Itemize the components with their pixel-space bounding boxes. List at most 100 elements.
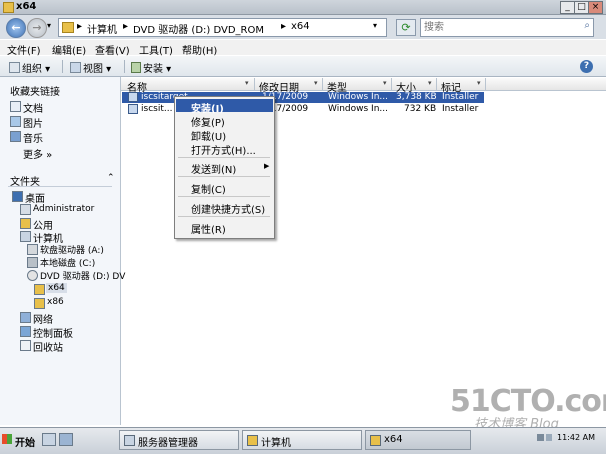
more-link[interactable]: 更多 »	[23, 146, 52, 161]
history-dropdown[interactable]: ▾	[47, 21, 51, 30]
menu-edit[interactable]: 编辑(E)	[52, 42, 86, 57]
taskbar-x64-active[interactable]: x64	[365, 430, 471, 450]
volume-tray-icon[interactable]	[546, 434, 552, 441]
favorite-music[interactable]: 音乐	[23, 130, 43, 145]
network-tray-icon[interactable]	[537, 434, 544, 441]
column-header: 名称 ▾ 修改日期 ▾ 类型 ▾ 大小 ▾ 标记 ▾	[121, 78, 606, 94]
tree-desktop[interactable]: 桌面	[25, 190, 45, 205]
taskbar-label: x64	[384, 434, 403, 445]
menu-item-copy[interactable]: 复制(C)	[191, 181, 226, 196]
folder-icon	[370, 435, 381, 446]
tree-recycle-bin[interactable]: 回收站	[33, 339, 63, 354]
breadcrumb-separator[interactable]: ▸	[123, 21, 128, 32]
close-button[interactable]: ×	[588, 1, 603, 14]
search-input[interactable]	[424, 20, 574, 34]
user-folder-icon	[20, 204, 31, 215]
file-type: Windows In...	[328, 104, 388, 114]
start-label: 开始	[15, 438, 35, 449]
column-separator[interactable]	[485, 78, 486, 90]
tree-x64-selected[interactable]: x64	[46, 283, 67, 293]
search-icon[interactable]: ⌕	[584, 20, 590, 31]
folder-icon	[34, 284, 45, 295]
public-folder-icon	[20, 218, 31, 229]
server-manager-icon	[124, 435, 135, 446]
menu-tools[interactable]: 工具(T)	[139, 42, 173, 57]
sort-arrow-icon[interactable]: ▾	[477, 79, 481, 87]
taskbar-server-manager[interactable]: 服务器管理器	[119, 430, 239, 450]
maximize-button[interactable]: □	[574, 1, 589, 14]
address-dropdown[interactable]: ▾	[373, 21, 377, 30]
organize-button[interactable]: 组织 ▾	[22, 60, 50, 75]
menu-bar: 文件(F) 编辑(E) 查看(V) 工具(T) 帮助(H)	[0, 40, 606, 57]
collapse-arrow-icon[interactable]: ⌃	[107, 173, 115, 183]
local-disk-icon	[27, 257, 38, 268]
menu-view[interactable]: 查看(V)	[95, 42, 130, 57]
sort-arrow-icon[interactable]: ▾	[383, 79, 387, 87]
sort-arrow-icon[interactable]: ▾	[245, 79, 249, 87]
start-button[interactable]: 开始	[2, 431, 36, 449]
column-separator[interactable]	[322, 78, 323, 90]
floppy-drive-icon	[27, 244, 38, 255]
search-box[interactable]: ⌕	[420, 18, 594, 37]
breadcrumb-computer[interactable]: 计算机	[87, 21, 117, 36]
file-name: iscsit...	[141, 104, 173, 114]
column-separator[interactable]	[254, 78, 255, 90]
network-icon	[20, 312, 31, 323]
tree-x86[interactable]: x86	[47, 297, 64, 307]
help-button[interactable]: ?	[580, 60, 593, 73]
breadcrumb-x64[interactable]: x64	[291, 21, 310, 32]
favorite-links-header: 收藏夹链接	[10, 87, 60, 98]
breadcrumb-separator[interactable]: ▸	[77, 21, 82, 32]
tree-control-panel[interactable]: 控制面板	[33, 325, 73, 340]
back-button[interactable]: ←	[6, 18, 26, 38]
control-panel-icon	[20, 326, 31, 337]
menu-item-uninstall[interactable]: 卸载(U)	[191, 128, 226, 143]
folder-icon	[62, 22, 74, 33]
recycle-bin-icon	[20, 340, 31, 351]
install-icon	[131, 62, 141, 73]
favorite-pictures[interactable]: 图片	[23, 115, 43, 130]
tree-dvd-drive[interactable]: DVD 驱动器 (D:) DV	[40, 269, 125, 282]
organize-icon	[9, 62, 20, 73]
sort-arrow-icon[interactable]: ▾	[314, 79, 318, 87]
address-bar[interactable]: ▸ 计算机 ▸ DVD 驱动器 (D:) DVD_ROM ▸ x64 ▾	[58, 18, 387, 37]
file-size: 732 KB	[404, 104, 437, 114]
desktop-icon	[12, 191, 23, 202]
views-icon	[70, 62, 81, 73]
menu-item-open-with[interactable]: 打开方式(H)...	[191, 142, 256, 157]
tree-network[interactable]: 网络	[33, 311, 53, 326]
show-desktop-icon[interactable]	[42, 433, 56, 446]
column-separator[interactable]	[391, 78, 392, 90]
toolbar-separator	[62, 60, 63, 73]
menu-item-properties[interactable]: 属性(R)	[191, 221, 226, 236]
system-tray[interactable]	[535, 432, 553, 444]
menu-item-send-to[interactable]: 发送到(N)	[191, 161, 236, 176]
breadcrumb-separator[interactable]: ▸	[281, 21, 286, 32]
breadcrumb-dvd-drive[interactable]: DVD 驱动器 (D:) DVD_ROM	[133, 21, 264, 36]
toolbar: 组织 ▾ 视图 ▾ 安装 ▾	[0, 56, 606, 77]
server-manager-quicklaunch-icon[interactable]	[59, 433, 73, 446]
column-separator[interactable]	[436, 78, 437, 90]
minimize-button[interactable]: _	[560, 1, 575, 14]
menu-item-repair[interactable]: 修复(P)	[191, 114, 225, 129]
tree-floppy-drive[interactable]: 软盘驱动器 (A:)	[40, 243, 104, 256]
favorite-documents[interactable]: 文档	[23, 100, 43, 115]
menu-file[interactable]: 文件(F)	[7, 42, 41, 57]
menu-help[interactable]: 帮助(H)	[182, 42, 217, 57]
menu-item-create-shortcut[interactable]: 创建快捷方式(S)	[191, 201, 265, 216]
dvd-drive-icon	[27, 270, 38, 281]
file-tag: Installer	[442, 92, 479, 102]
sort-arrow-icon[interactable]: ▾	[428, 79, 432, 87]
file-size: 3,738 KB	[396, 92, 437, 102]
tree-local-disk[interactable]: 本地磁盘 (C:)	[40, 256, 95, 269]
taskbar-label: 服务器管理器	[138, 438, 198, 449]
tree-administrator[interactable]: Administrator	[33, 204, 94, 214]
music-icon	[10, 131, 21, 142]
taskbar-computer[interactable]: 计算机	[242, 430, 362, 450]
menu-item-install[interactable]: 安装(I)	[191, 100, 224, 115]
install-button[interactable]: 安装 ▾	[143, 60, 171, 75]
forward-button[interactable]: →	[27, 18, 47, 38]
views-button[interactable]: 视图 ▾	[83, 60, 111, 75]
clock[interactable]: 11:42 AM	[557, 433, 595, 442]
refresh-button[interactable]: ⟳	[396, 19, 416, 36]
